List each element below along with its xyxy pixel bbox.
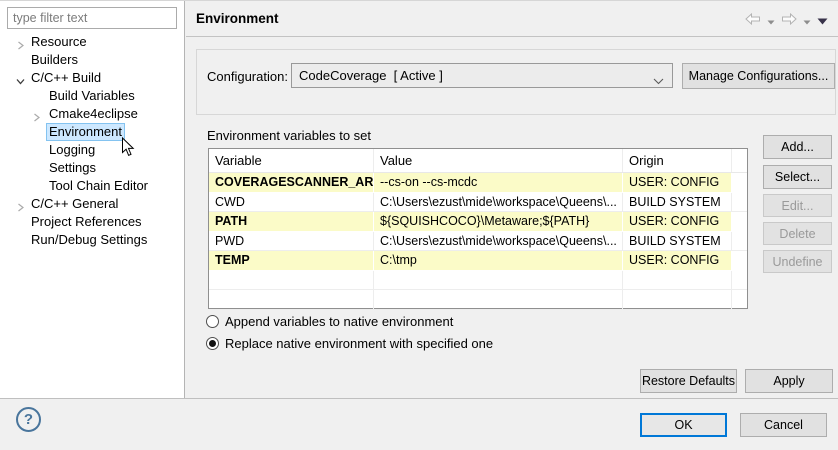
cell-value: --cs-on --cs-mcdc — [374, 173, 623, 192]
preferences-tree: Resource Builders C/C++ Build Build Vari… — [0, 33, 185, 249]
cell-value: C:\tmp — [374, 251, 623, 270]
sidebar-item-label: Build Variables — [47, 88, 137, 104]
cell-variable: COVERAGESCANNER_ARGS — [209, 173, 374, 192]
properties-dialog: Resource Builders C/C++ Build Build Vari… — [0, 0, 838, 450]
radio-button-icon[interactable] — [206, 315, 219, 328]
nav-back-arrow-icon[interactable] — [745, 13, 761, 28]
sidebar-item-label: Builders — [29, 52, 80, 68]
title-separator — [186, 36, 838, 37]
environment-page: Environment Configuration: CodeCoverage … — [186, 1, 838, 398]
apply-button[interactable]: Apply — [745, 369, 833, 393]
sidebar-item-label: Logging — [47, 142, 97, 158]
cell-value: C:\Users\ezust\mide\workspace\Queens\... — [374, 193, 623, 212]
select-button[interactable]: Select... — [763, 165, 832, 189]
cell-variable: PWD — [209, 232, 374, 251]
cell-value: C:\Users\ezust\mide\workspace\Queens\... — [374, 232, 623, 251]
radio-button-selected-icon[interactable] — [206, 337, 219, 350]
chevron-right-icon[interactable] — [32, 109, 42, 119]
sidebar-item-label: Project References — [29, 214, 144, 230]
cell-variable: PATH — [209, 212, 374, 231]
table-row-empty[interactable] — [209, 290, 747, 310]
sidebar-item-cpp-general[interactable]: C/C++ General — [0, 195, 185, 213]
column-header-variable[interactable]: Variable — [209, 149, 374, 172]
radio-label: Replace native environment with specifie… — [225, 336, 493, 351]
sidebar-item-settings[interactable]: Settings — [0, 159, 185, 177]
edit-button[interactable]: Edit... — [763, 194, 832, 217]
sidebar-item-environment[interactable]: Environment — [0, 123, 185, 141]
chevron-right-icon[interactable] — [16, 37, 26, 47]
column-header-filler — [732, 149, 747, 172]
cell-origin: BUILD SYSTEM — [623, 232, 732, 251]
chevron-right-icon[interactable] — [16, 199, 26, 209]
sidebar-item-logging[interactable]: Logging — [0, 141, 185, 159]
radio-label: Append variables to native environment — [225, 314, 453, 329]
configuration-group: Configuration: CodeCoverage [ Active ] M… — [196, 49, 836, 115]
sidebar-item-label: Tool Chain Editor — [47, 178, 150, 194]
sidebar: Resource Builders C/C++ Build Build Vari… — [0, 1, 185, 398]
cell-origin: USER: CONFIG — [623, 212, 732, 231]
sidebar-item-resource[interactable]: Resource — [0, 33, 185, 51]
nav-forward-menu-icon[interactable] — [803, 13, 811, 28]
sidebar-item-label-selected: Environment — [47, 124, 124, 140]
sidebar-item-cmake4eclipse[interactable]: Cmake4eclipse — [0, 105, 185, 123]
cell-origin: USER: CONFIG — [623, 251, 732, 270]
undefine-button[interactable]: Undefine — [763, 250, 832, 273]
column-header-origin[interactable]: Origin — [623, 149, 732, 172]
add-button[interactable]: Add... — [763, 135, 832, 159]
cancel-button[interactable]: Cancel — [740, 413, 827, 437]
sidebar-item-label: Cmake4eclipse — [47, 106, 140, 122]
cell-origin: USER: CONFIG — [623, 173, 732, 192]
configuration-combobox[interactable]: CodeCoverage [ Active ] — [291, 63, 673, 88]
env-table-caption: Environment variables to set — [207, 128, 371, 143]
bottom-separator — [0, 398, 838, 399]
env-variables-table: Variable Value Origin COVERAGESCANNER_AR… — [208, 148, 748, 309]
table-row[interactable]: PATH ${SQUISHCOCO}\Metaware;${PATH} USER… — [209, 212, 747, 232]
table-row[interactable]: CWD C:\Users\ezust\mide\workspace\Queens… — [209, 193, 747, 213]
cell-variable: TEMP — [209, 251, 374, 270]
table-header-row: Variable Value Origin — [209, 149, 747, 173]
sidebar-item-cpp-build[interactable]: C/C++ Build — [0, 69, 185, 87]
restore-defaults-button[interactable]: Restore Defaults — [640, 369, 737, 393]
table-row[interactable]: PWD C:\Users\ezust\mide\workspace\Queens… — [209, 232, 747, 252]
configuration-label: Configuration: — [207, 69, 288, 84]
table-row[interactable]: TEMP C:\tmp USER: CONFIG — [209, 251, 747, 271]
view-menu-triangle-icon[interactable] — [817, 13, 828, 28]
mouse-cursor — [121, 137, 135, 157]
chevron-down-icon — [653, 73, 664, 88]
sidebar-item-label: Resource — [29, 34, 89, 50]
configuration-value: CodeCoverage [ Active ] — [299, 68, 443, 83]
sidebar-item-tool-chain-editor[interactable]: Tool Chain Editor — [0, 177, 185, 195]
cell-value: ${SQUISHCOCO}\Metaware;${PATH} — [374, 212, 623, 231]
chevron-down-icon[interactable] — [16, 73, 26, 83]
ok-button[interactable]: OK — [640, 413, 727, 437]
radio-replace-environment[interactable]: Replace native environment with specifie… — [206, 335, 493, 351]
manage-configurations-button[interactable]: Manage Configurations... — [682, 63, 835, 89]
sidebar-item-project-references[interactable]: Project References — [0, 213, 185, 231]
table-row-empty[interactable] — [209, 271, 747, 291]
radio-append-variables[interactable]: Append variables to native environment — [206, 313, 453, 329]
cell-variable: CWD — [209, 193, 374, 212]
sidebar-item-build-variables[interactable]: Build Variables — [0, 87, 185, 105]
sidebar-item-run-debug-settings[interactable]: Run/Debug Settings — [0, 231, 185, 249]
column-header-value[interactable]: Value — [374, 149, 623, 172]
table-row[interactable]: COVERAGESCANNER_ARGS --cs-on --cs-mcdc U… — [209, 173, 747, 193]
sidebar-item-label: C/C++ Build — [29, 70, 103, 86]
help-icon[interactable]: ? — [16, 407, 41, 432]
delete-button[interactable]: Delete — [763, 222, 832, 245]
sidebar-item-label: Run/Debug Settings — [29, 232, 149, 248]
page-nav-toolbar — [745, 13, 828, 28]
cell-origin: BUILD SYSTEM — [623, 193, 732, 212]
nav-back-menu-icon[interactable] — [767, 13, 775, 28]
sidebar-item-label: Settings — [47, 160, 98, 176]
filter-input[interactable] — [7, 7, 177, 29]
sidebar-item-builders[interactable]: Builders — [0, 51, 185, 69]
sidebar-item-label: C/C++ General — [29, 196, 120, 212]
page-title: Environment — [196, 11, 279, 26]
nav-forward-arrow-icon[interactable] — [781, 13, 797, 28]
